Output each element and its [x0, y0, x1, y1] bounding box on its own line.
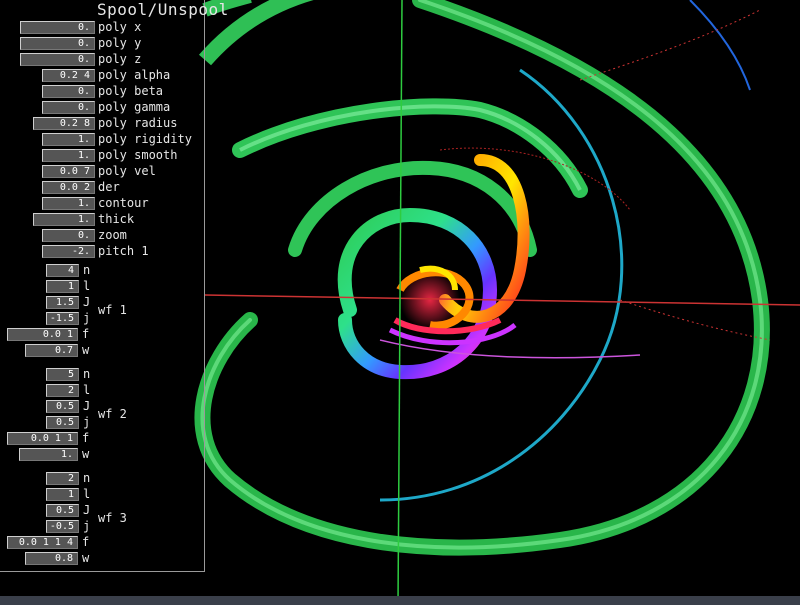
parameter-panel: Spool/Unspool 0. poly x 0. poly y 0. poly z 0.…: [0, 0, 228, 572]
param-label-thick: thick: [98, 212, 135, 226]
param-field-der[interactable]: 0.0 2: [42, 181, 95, 194]
wf2-field-n[interactable]: 5: [46, 368, 79, 381]
wf3-field-j[interactable]: -0.5: [46, 520, 79, 533]
param-label-poly-y: poly y: [98, 36, 142, 50]
param-field-poly-x[interactable]: 0.: [20, 21, 95, 34]
wf1-label-J: J: [83, 295, 91, 309]
param-label-poly-alpha: poly alpha: [98, 68, 171, 82]
param-label-poly-smooth: poly smooth: [98, 148, 178, 162]
param-label-poly-vel: poly vel: [98, 164, 156, 178]
param-field-poly-y[interactable]: 0.: [20, 37, 95, 50]
wf1-label-n: n: [83, 263, 91, 277]
param-field-poly-rigidity[interactable]: 1.: [42, 133, 95, 146]
wf2-label-l: l: [83, 383, 91, 397]
param-label-poly-x: poly x: [98, 20, 142, 34]
wf2-field-j[interactable]: 0.5: [46, 416, 79, 429]
wf2-label-J: J: [83, 399, 91, 413]
param-field-poly-alpha[interactable]: 0.2 4: [42, 69, 95, 82]
wf3-field-l[interactable]: 1: [46, 488, 79, 501]
wf2-label-j: j: [83, 415, 91, 429]
param-label-contour: contour: [98, 196, 149, 210]
bottom-bar: [0, 596, 800, 605]
wf1-group-label: wf 1: [98, 303, 127, 317]
param-label-poly-rigidity: poly rigidity: [98, 132, 192, 146]
param-field-pitch-1[interactable]: -2.: [42, 245, 95, 258]
wf3-field-n[interactable]: 2: [46, 472, 79, 485]
wf2-field-w[interactable]: 1.: [19, 448, 78, 461]
param-field-poly-z[interactable]: 0.: [20, 53, 95, 66]
wf2-label-w: w: [82, 447, 90, 461]
wf3-label-j: j: [83, 519, 91, 533]
wf3-label-l: l: [83, 487, 91, 501]
wf2-group-label: wf 2: [98, 407, 127, 421]
wf2-field-l[interactable]: 2: [46, 384, 79, 397]
wf3-label-w: w: [82, 551, 90, 565]
param-label-poly-beta: poly beta: [98, 84, 164, 98]
wf1-label-w: w: [82, 343, 90, 357]
param-field-thick[interactable]: 1.: [33, 213, 95, 226]
param-label-poly-radius: poly radius: [98, 116, 178, 130]
param-field-poly-gamma[interactable]: 0.: [42, 101, 95, 114]
wf1-field-n[interactable]: 4: [46, 264, 79, 277]
param-label-zoom: zoom: [98, 228, 127, 242]
wf1-field-w[interactable]: 0.7: [25, 344, 78, 357]
wf1-field-J[interactable]: 1.5: [46, 296, 79, 309]
wf1-field-l[interactable]: 1: [46, 280, 79, 293]
wf2-field-J[interactable]: 0.5: [46, 400, 79, 413]
wf1-field-j[interactable]: -1.5: [46, 312, 79, 325]
param-field-zoom[interactable]: 0.: [42, 229, 95, 242]
wf3-label-n: n: [83, 471, 91, 485]
param-label-pitch-1: pitch 1: [98, 244, 149, 258]
wf1-field-f[interactable]: 0.0 1: [7, 328, 78, 341]
middle-spiral-tube: [232, 98, 588, 198]
wf1-label-j: j: [83, 311, 91, 325]
param-label-poly-gamma: poly gamma: [98, 100, 171, 114]
wf1-label-l: l: [83, 279, 91, 293]
param-label-poly-z: poly z: [98, 52, 142, 66]
param-field-poly-beta[interactable]: 0.: [42, 85, 95, 98]
wf1-label-f: f: [82, 327, 90, 341]
wf3-field-w[interactable]: 0.8: [25, 552, 78, 565]
wf3-field-J[interactable]: 0.5: [46, 504, 79, 517]
param-field-poly-smooth[interactable]: 1.: [42, 149, 95, 162]
param-field-contour[interactable]: 1.: [42, 197, 95, 210]
wf2-label-n: n: [83, 367, 91, 381]
param-label-der: der: [98, 180, 120, 194]
wf2-label-f: f: [82, 431, 90, 445]
wf3-field-f[interactable]: 0.0 1 1 4: [7, 536, 78, 549]
wf2-field-f[interactable]: 0.0 1 1: [7, 432, 78, 445]
param-field-poly-radius[interactable]: 0.2 8: [33, 117, 95, 130]
wf3-label-J: J: [83, 503, 91, 517]
panel-title: Spool/Unspool: [97, 0, 229, 19]
wf3-label-f: f: [82, 535, 90, 549]
wf3-group-label: wf 3: [98, 511, 127, 525]
param-field-poly-vel[interactable]: 0.0 7: [42, 165, 95, 178]
